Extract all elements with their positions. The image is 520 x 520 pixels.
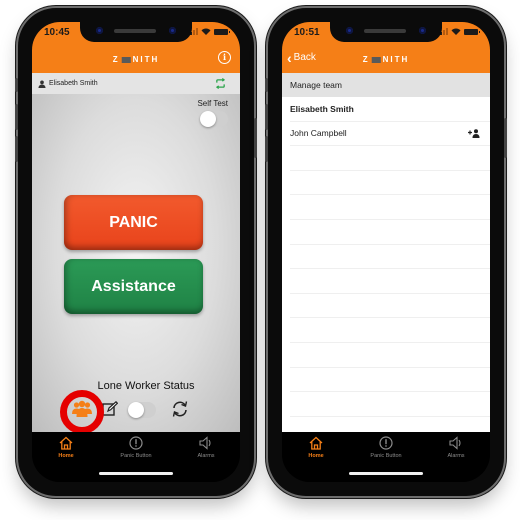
home-icon [59, 436, 73, 450]
earpiece [114, 29, 156, 33]
zonith-logo: Z NITH [362, 55, 410, 64]
edit-icon[interactable] [102, 401, 118, 417]
tab-panic-button[interactable]: Panic Button [106, 436, 166, 459]
speaker-icon [449, 436, 461, 450]
tab-panic-button[interactable]: Panic Button [356, 436, 416, 459]
battery-icon [464, 28, 480, 35]
empty-list-row [290, 343, 490, 368]
power-button [504, 118, 507, 158]
team-member-name: John Campbell [290, 128, 347, 139]
exclamation-circle-icon [129, 436, 143, 450]
home-screen: 10:45 Z NITH i Elisabeth Smith Self Test… [32, 22, 240, 482]
sensor-icon [96, 27, 103, 34]
notch [80, 22, 192, 42]
phone-frame-right: 10:51 ‹ Back Z NITH Manage team Elisabet… [265, 8, 507, 496]
empty-list-row [290, 146, 490, 171]
self-test-label: Self Test [197, 99, 228, 108]
empty-list-row [290, 318, 490, 343]
user-icon [38, 80, 46, 88]
empty-list-row [290, 195, 490, 220]
notch [330, 22, 442, 42]
home-icon [309, 436, 323, 450]
manage-team-screen: 10:51 ‹ Back Z NITH Manage team Elisabet… [282, 22, 490, 482]
power-button [254, 118, 257, 158]
main-body: Self Test PANIC Assistance Lone Worker S… [32, 94, 240, 434]
empty-list-row [290, 269, 490, 294]
phone-frame-left: 10:45 Z NITH i Elisabeth Smith Self Test… [15, 8, 257, 496]
volume-down-button [265, 136, 268, 162]
volume-down-button [15, 136, 18, 162]
toggle-knob [200, 111, 216, 127]
exclamation-circle-icon [379, 436, 393, 450]
refresh-icon[interactable] [171, 400, 189, 418]
status-time: 10:45 [44, 27, 70, 38]
status-icons [437, 28, 480, 35]
team-member-row[interactable]: John Campbell [290, 122, 490, 147]
section-title: Manage team [282, 73, 490, 97]
self-test-toggle[interactable] [200, 111, 228, 127]
empty-list-row [290, 220, 490, 245]
logo-o-block [371, 56, 381, 63]
volume-up-button [265, 104, 268, 130]
earpiece [364, 29, 406, 33]
home-indicator[interactable] [99, 472, 173, 475]
empty-list-row [290, 368, 490, 393]
toggle-knob [128, 402, 144, 418]
lone-worker-status-label: Lone Worker Status [97, 380, 195, 392]
assistance-button[interactable]: Assistance [64, 259, 203, 314]
status-time: 10:51 [294, 27, 320, 38]
team-member-row[interactable]: Elisabeth Smith [290, 97, 490, 122]
current-user-name: Elisabeth Smith [49, 80, 98, 87]
team-member-name: Elisabeth Smith [290, 103, 354, 114]
lone-worker-controls [32, 390, 240, 434]
camera-icon [169, 27, 176, 34]
zonith-logo: Z NITH [112, 55, 160, 64]
app-header: 10:45 Z NITH i [32, 22, 240, 73]
team-icon[interactable] [72, 400, 92, 418]
tab-bar: Home Panic Button Alarms [282, 432, 490, 482]
sync-icon[interactable] [215, 78, 226, 89]
panic-button[interactable]: PANIC [64, 195, 203, 250]
lone-worker-toggle[interactable] [128, 402, 156, 418]
camera-icon [419, 27, 426, 34]
tab-alarms[interactable]: Alarms [426, 436, 486, 459]
speaker-icon [199, 436, 211, 450]
wifi-icon [451, 28, 461, 35]
empty-list-row [290, 171, 490, 196]
empty-list-row [290, 392, 490, 417]
mute-switch [15, 78, 18, 92]
volume-up-button [15, 104, 18, 130]
battery-icon [214, 28, 230, 35]
empty-rows [282, 146, 490, 417]
logo-o-block [121, 56, 131, 63]
add-person-icon[interactable] [468, 129, 480, 138]
tab-home[interactable]: Home [36, 436, 96, 459]
info-icon[interactable]: i [218, 51, 231, 64]
app-comparison: 10:45 Z NITH i Elisabeth Smith Self Test… [0, 0, 520, 520]
empty-list-row [290, 245, 490, 270]
tab-home[interactable]: Home [286, 436, 346, 459]
tab-alarms[interactable]: Alarms [176, 436, 236, 459]
back-button[interactable]: ‹ Back [287, 49, 316, 66]
app-header: 10:51 ‹ Back Z NITH [282, 22, 490, 73]
chevron-left-icon: ‹ [287, 49, 292, 66]
sensor-icon [346, 27, 353, 34]
tab-bar: Home Panic Button Alarms [32, 432, 240, 482]
mute-switch [265, 78, 268, 92]
status-icons [187, 28, 230, 35]
empty-list-row [290, 294, 490, 319]
home-indicator[interactable] [349, 472, 423, 475]
team-list: Manage team Elisabeth Smith John Campbel… [282, 73, 490, 432]
user-bar: Elisabeth Smith [32, 73, 240, 94]
wifi-icon [201, 28, 211, 35]
